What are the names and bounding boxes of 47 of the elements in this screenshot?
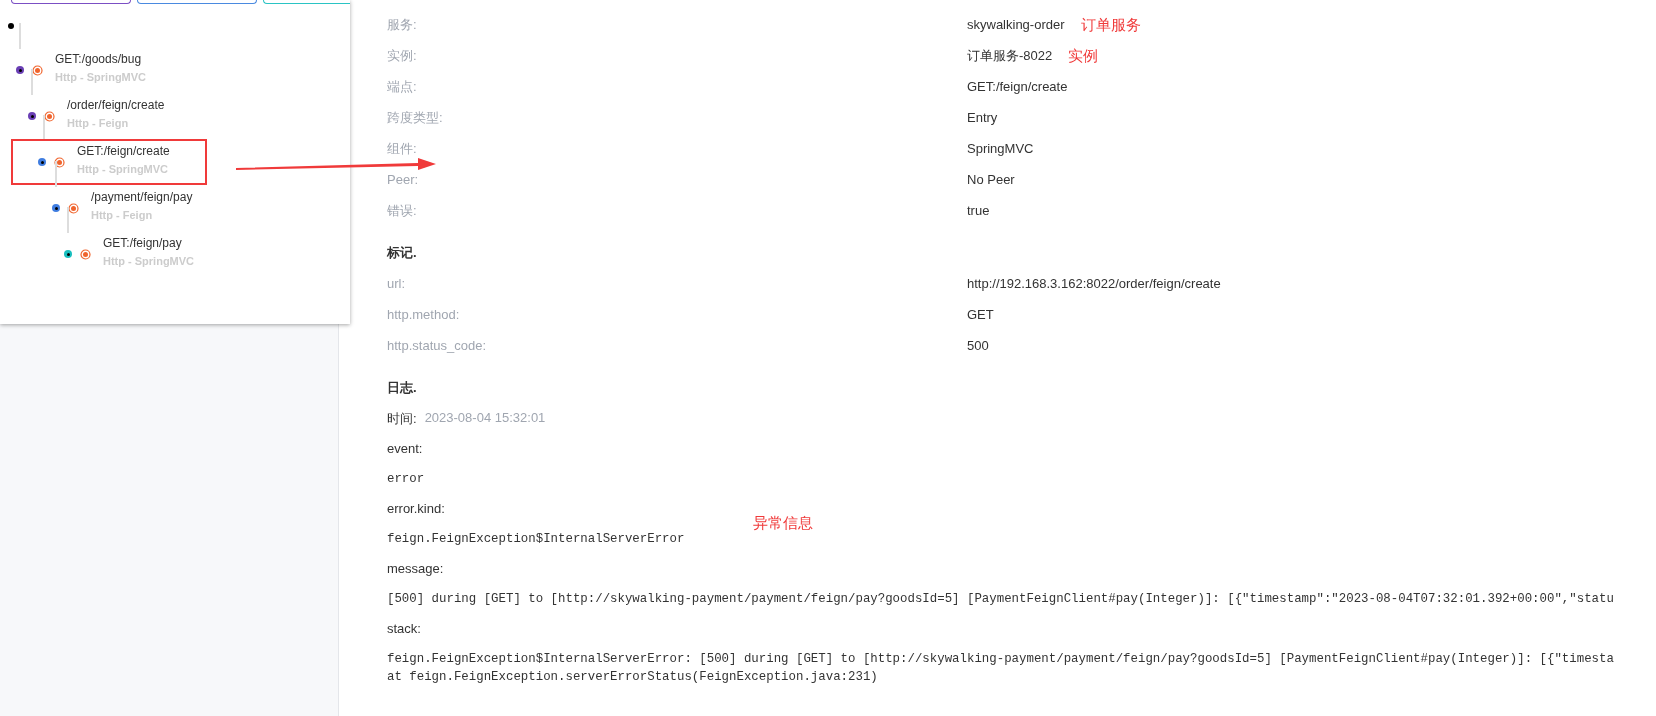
tag-value: GET bbox=[967, 306, 994, 324]
field-value: GET:/feign/create bbox=[967, 78, 1068, 96]
tag-value: http://192.168.3.162:8022/order/feign/create bbox=[967, 275, 1221, 293]
log-value: feign.FeignException$InternalServerError: [500] during [GET] to [http://skywalking-payment/payment/feign/pay?goodsId=5] [PaymentFeignClient#pay(Integer)]: [{"timesta bbox=[387, 651, 1615, 668]
log-value: at feign.FeignException.serverErrorStatus(FeignException.java:231) bbox=[387, 669, 879, 686]
field-label: 跨度类型: bbox=[387, 109, 444, 127]
span-name: /payment/feign/pay bbox=[91, 189, 193, 204]
log-value: error bbox=[387, 471, 426, 488]
log-key: stack: bbox=[387, 621, 421, 636]
field-value: Entry bbox=[967, 109, 998, 127]
span-name: GET:/feign/create bbox=[77, 143, 170, 158]
root-dot-icon bbox=[8, 23, 14, 29]
tag-key: http.method: bbox=[387, 306, 967, 324]
error-target-icon bbox=[44, 110, 55, 122]
field-label: 组件: bbox=[387, 140, 418, 158]
field-label: Peer: bbox=[387, 171, 420, 189]
field-value: 订单服务-8022 bbox=[967, 47, 1053, 65]
field-label: 错误: bbox=[387, 202, 418, 220]
span-name: GET:/feign/pay bbox=[103, 235, 183, 250]
error-target-icon bbox=[54, 156, 65, 168]
field-label: 服务: bbox=[387, 16, 418, 34]
error-target-icon bbox=[32, 64, 43, 76]
field-label: 实例: bbox=[387, 47, 418, 65]
field-value: true bbox=[967, 202, 990, 220]
tag-key: url: bbox=[387, 275, 967, 293]
section-title: 日志. bbox=[387, 379, 418, 397]
error-target-icon bbox=[80, 248, 91, 260]
span-name: GET:/goods/bug bbox=[55, 51, 143, 66]
field-value: skywalking-order bbox=[967, 16, 1065, 34]
log-value: [500] during [GET] to [http://skywalking-payment/payment/feign/pay?goodsId=5] [PaymentFeignClient#pay(Integer)]: [{"timestamp":"2023-08-04T07:32:01.392+00:00","statu bbox=[387, 591, 1615, 608]
field-label: 端点: bbox=[387, 78, 418, 96]
field-value: SpringMVC bbox=[967, 140, 1034, 158]
log-key: event: bbox=[387, 441, 423, 456]
annotation-text: 异常信息 bbox=[753, 514, 813, 532]
log-key: message: bbox=[387, 561, 444, 576]
log-value: feign.FeignException$InternalServerError bbox=[387, 531, 686, 548]
time-label: 时间: bbox=[387, 410, 417, 428]
tag-value: 500 bbox=[967, 337, 989, 355]
field-value: No Peer bbox=[967, 171, 1015, 189]
span-name: /order/feign/create bbox=[67, 97, 165, 112]
log-key: error.kind: bbox=[387, 501, 445, 516]
time-value: 2023-08-04 15:32:01 bbox=[424, 410, 546, 427]
annotation-text: 实例 bbox=[1068, 47, 1099, 65]
section-title: 标记. bbox=[387, 244, 418, 262]
error-target-icon bbox=[68, 202, 79, 214]
annotation-text: 订单服务 bbox=[1080, 16, 1141, 34]
tag-key: http.status_code: bbox=[387, 337, 967, 355]
